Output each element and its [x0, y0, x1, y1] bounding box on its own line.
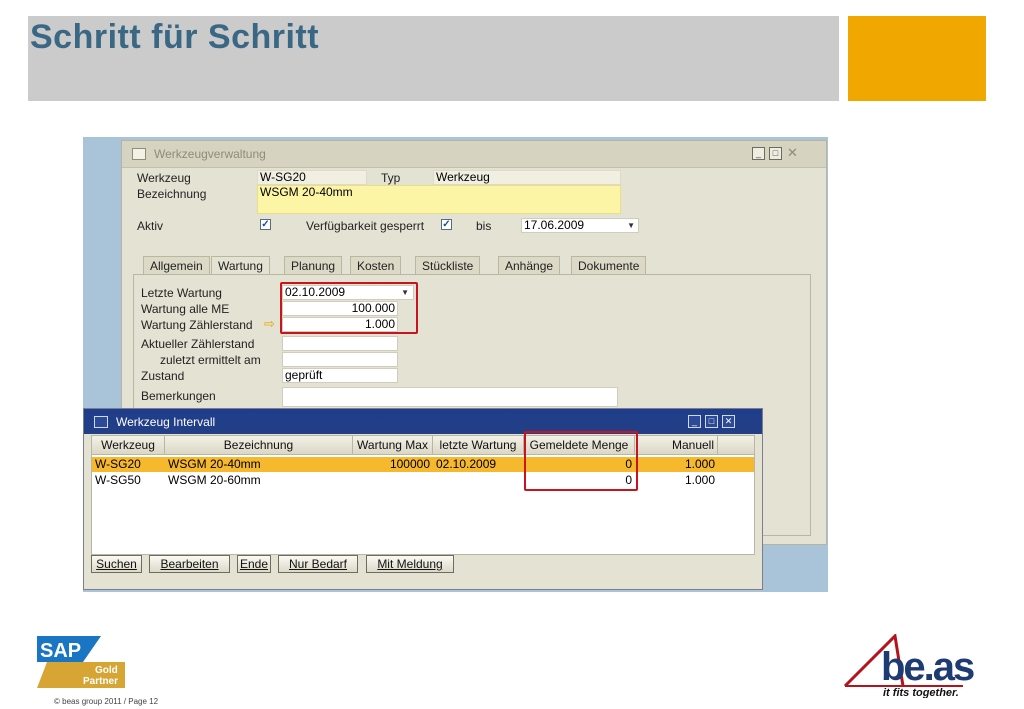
aktiv-label: Aktiv	[137, 219, 164, 233]
minimize-icon[interactable]: _	[688, 415, 701, 428]
beas-text: be.as	[881, 645, 974, 689]
zuletzt-ermittelt-field[interactable]	[282, 352, 398, 367]
bemerkungen-label: Bemerkungen	[141, 389, 216, 403]
bis-label: bis	[476, 219, 492, 233]
column-header[interactable]: Bezeichnung	[165, 436, 353, 455]
popup-table: Werkzeug Bezeichnung Wartung Max letzte …	[91, 435, 755, 555]
sap-gold-text: Gold	[95, 665, 118, 676]
tab-dokumente[interactable]: Dokumente	[571, 256, 647, 274]
bis-date-field[interactable]: 17.06.2009 ▼	[521, 218, 639, 233]
window-icon	[94, 416, 108, 428]
ende-button[interactable]: Ende	[237, 555, 271, 573]
arrow-right-icon[interactable]: ⇨	[264, 316, 275, 332]
tab-anhaenge[interactable]: Anhänge	[498, 256, 561, 274]
tab-kosten[interactable]: Kosten	[350, 256, 402, 274]
suchen-button[interactable]: Suchen	[91, 555, 142, 573]
tab-planung[interactable]: Planung	[284, 256, 343, 274]
column-header-blank	[718, 436, 754, 455]
cell-wartung-max	[353, 473, 433, 488]
cell-bezeichnung: WSGM 20-40mm	[168, 457, 261, 471]
wartung-zaehlerstand-label: Wartung Zählerstand	[141, 318, 253, 332]
window-icon	[132, 148, 146, 160]
cell-wartung-max: 100000	[389, 457, 430, 471]
popup-title: Werkzeug Intervall	[116, 415, 216, 429]
chevron-down-icon[interactable]: ▼	[627, 219, 635, 232]
close-icon[interactable]: ✕	[786, 146, 799, 160]
copyright-text: © beas group 2011 / Page 12	[54, 697, 159, 706]
zuletzt-ermittelt-label: zuletzt ermittelt am	[160, 353, 261, 367]
werkzeug-field[interactable]: W-SG20	[257, 170, 367, 185]
tab-stueckliste[interactable]: Stückliste	[415, 256, 481, 274]
werkzeug-label: Werkzeug	[137, 171, 191, 185]
tab-wartung[interactable]: Wartung	[211, 256, 270, 274]
column-header[interactable]: Werkzeug	[92, 436, 165, 455]
aktueller-zaehlerstand-field[interactable]	[282, 336, 398, 351]
wartung-alle-me-label: Wartung alle ME	[141, 302, 230, 316]
typ-field[interactable]: Werkzeug	[433, 170, 621, 185]
table-row[interactable]: W-SG20 WSGM 20-40mm 100000 02.10.2009 0 …	[92, 457, 754, 472]
column-header[interactable]: Wartung Max	[353, 436, 433, 455]
main-window-title: Werkzeugverwaltung	[154, 147, 266, 161]
minimize-icon[interactable]: _	[752, 147, 765, 160]
cell-letzte-wartung: 02.10.2009	[436, 457, 497, 471]
cell-werkzeug: W-SG50	[95, 473, 141, 487]
aktueller-zaehlerstand-label: Aktueller Zählerstand	[141, 337, 255, 351]
sap-partner-text: Partner	[83, 676, 118, 687]
zustand-label: Zustand	[141, 369, 185, 383]
nur-bedarf-button[interactable]: Nur Bedarf	[278, 555, 358, 573]
maximize-icon[interactable]: □	[769, 147, 782, 160]
tab-allgemein[interactable]: Allgemein	[143, 256, 210, 274]
cell-bezeichnung: WSGM 20-60mm	[168, 473, 261, 487]
bezeichnung-field[interactable]: WSGM 20-40mm	[257, 185, 621, 214]
highlight-box-gemeldete-menge	[524, 431, 638, 491]
beas-tagline: it fits together.	[883, 687, 959, 698]
sap-gold-partner-logo: SAP Gold Partner	[37, 636, 125, 688]
verfuegbarkeit-label: Verfügbarkeit gesperrt	[306, 219, 425, 233]
close-icon[interactable]: ✕	[722, 415, 735, 428]
sap-text: SAP	[40, 640, 81, 662]
maximize-icon[interactable]: □	[705, 415, 718, 428]
verfuegbarkeit-checkbox[interactable]: ✓	[441, 219, 452, 230]
table-row[interactable]: W-SG50 WSGM 20-60mm 0 1.000	[92, 473, 754, 488]
beas-logo: be.as it fits together.	[843, 632, 989, 699]
bezeichnung-label: Bezeichnung	[137, 187, 207, 201]
column-header[interactable]: Manuell	[635, 436, 718, 455]
main-window-titlebar: Werkzeugverwaltung _ □ ✕	[122, 141, 826, 168]
cell-manuell: 1.000	[684, 457, 715, 471]
cell-letzte-wartung	[433, 473, 524, 488]
highlight-box-wartung	[280, 282, 418, 334]
popup-titlebar: Werkzeug Intervall _ □ ✕	[84, 409, 762, 434]
aktiv-checkbox[interactable]: ✓	[260, 219, 271, 230]
bearbeiten-button[interactable]: Bearbeiten	[149, 555, 230, 573]
accent-box	[848, 16, 986, 101]
bemerkungen-field[interactable]	[282, 387, 618, 407]
typ-label: Typ	[381, 171, 401, 185]
mit-meldung-button[interactable]: Mit Meldung	[366, 555, 454, 573]
page-title: Schritt für Schritt	[30, 18, 320, 56]
cell-manuell: 1.000	[684, 473, 715, 487]
zustand-field[interactable]: geprüft	[282, 368, 398, 383]
letzte-wartung-label: Letzte Wartung	[141, 286, 222, 300]
bis-date-value: 17.06.2009	[524, 218, 585, 232]
cell-werkzeug: W-SG20	[95, 457, 141, 471]
column-header[interactable]: letzte Wartung	[433, 436, 524, 455]
